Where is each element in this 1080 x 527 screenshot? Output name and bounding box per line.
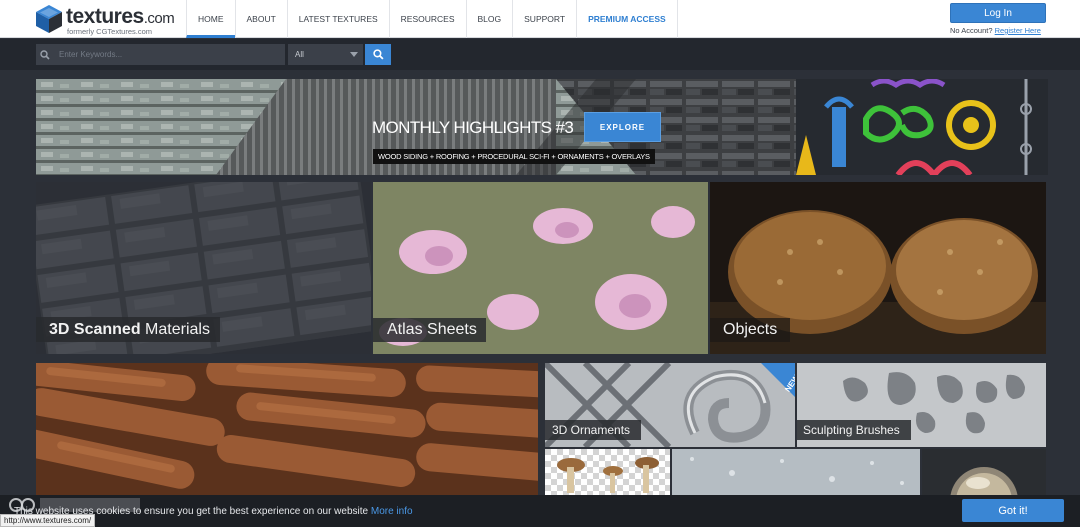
cookie-more-info-link[interactable]: More info: [371, 506, 413, 517]
nav-about[interactable]: ABOUT: [234, 0, 287, 38]
tile-wood-weave[interactable]: [36, 363, 538, 495]
no-account-text: No Account? Register Here: [950, 26, 1041, 35]
tile-3d-scanned-materials[interactable]: 3D Scanned Materials: [36, 182, 371, 354]
nav-latest-textures[interactable]: LATEST TEXTURES: [286, 0, 389, 38]
search-input[interactable]: [54, 44, 285, 65]
tile-3d-ornaments[interactable]: NEW! 3D Ornaments: [545, 363, 795, 447]
category-select[interactable]: All: [288, 44, 363, 65]
tile-label-3d-ornaments: 3D Ornaments: [545, 420, 641, 440]
mushrooms-image: [545, 449, 670, 495]
chevron-down-icon: [350, 52, 358, 57]
chrome-sphere-image: [922, 449, 1046, 495]
search-form: All: [36, 44, 391, 65]
tile-cutout-objects[interactable]: [545, 449, 670, 495]
banner-title: MONTHLY HIGHLIGHTS #3: [372, 118, 574, 137]
nav-home[interactable]: HOME: [186, 0, 235, 38]
main-nav: HOME ABOUT LATEST TEXTURES RESOURCES BLO…: [186, 0, 678, 38]
logo-wordmark: textures.com: [66, 5, 175, 28]
tile-wet-glass[interactable]: [672, 449, 920, 495]
login-button[interactable]: Log In: [950, 3, 1046, 23]
tile-hdri[interactable]: [922, 449, 1046, 495]
tile-label-3d-scanned: 3D Scanned Materials: [36, 317, 220, 342]
tile-label-objects: Objects: [710, 318, 790, 342]
tile-sculpting-brushes[interactable]: Sculpting Brushes: [797, 363, 1046, 447]
site-logo[interactable]: textures.com formerly CGTextures.com: [34, 4, 179, 36]
site-header: textures.com formerly CGTextures.com HOM…: [0, 0, 1080, 38]
search-icon: [36, 44, 54, 65]
woven-wood-image: [36, 363, 538, 495]
nav-support[interactable]: SUPPORT: [512, 0, 576, 38]
nav-resources[interactable]: RESOURCES: [388, 0, 466, 38]
tile-objects[interactable]: Objects: [710, 182, 1046, 354]
tile-atlas-sheets[interactable]: Atlas Sheets: [373, 182, 708, 354]
nav-blog[interactable]: BLOG: [465, 0, 513, 38]
search-bar: All: [0, 39, 1080, 70]
nav-premium-access[interactable]: PREMIUM ACCESS: [576, 0, 678, 38]
search-button[interactable]: [365, 44, 391, 65]
logo-tagline: formerly CGTextures.com: [67, 27, 153, 36]
cookie-accept-button[interactable]: Got it!: [962, 499, 1064, 522]
register-link[interactable]: Register Here: [995, 26, 1041, 35]
search-submit-icon: [372, 49, 384, 60]
monthly-highlights-banner[interactable]: MONTHLY HIGHLIGHTS #3 WOOD SIDING + ROOF…: [36, 79, 1048, 175]
tile-label-sculpting-brushes: Sculpting Brushes: [797, 420, 911, 440]
banner-subtitle: WOOD SIDING + ROOFING + PROCEDURAL SCI-F…: [373, 149, 655, 164]
cube-logo-icon: [36, 5, 62, 33]
explore-button[interactable]: EXPLORE: [584, 112, 661, 142]
category-select-value: All: [295, 50, 304, 59]
status-bar-url: http://www.textures.com/: [0, 514, 96, 527]
tile-label-atlas-sheets: Atlas Sheets: [373, 318, 486, 342]
cookie-consent-bar: This website uses cookies to ensure you …: [0, 495, 1080, 527]
watermark-logo: [9, 498, 140, 512]
wet-glass-image: [672, 449, 920, 495]
